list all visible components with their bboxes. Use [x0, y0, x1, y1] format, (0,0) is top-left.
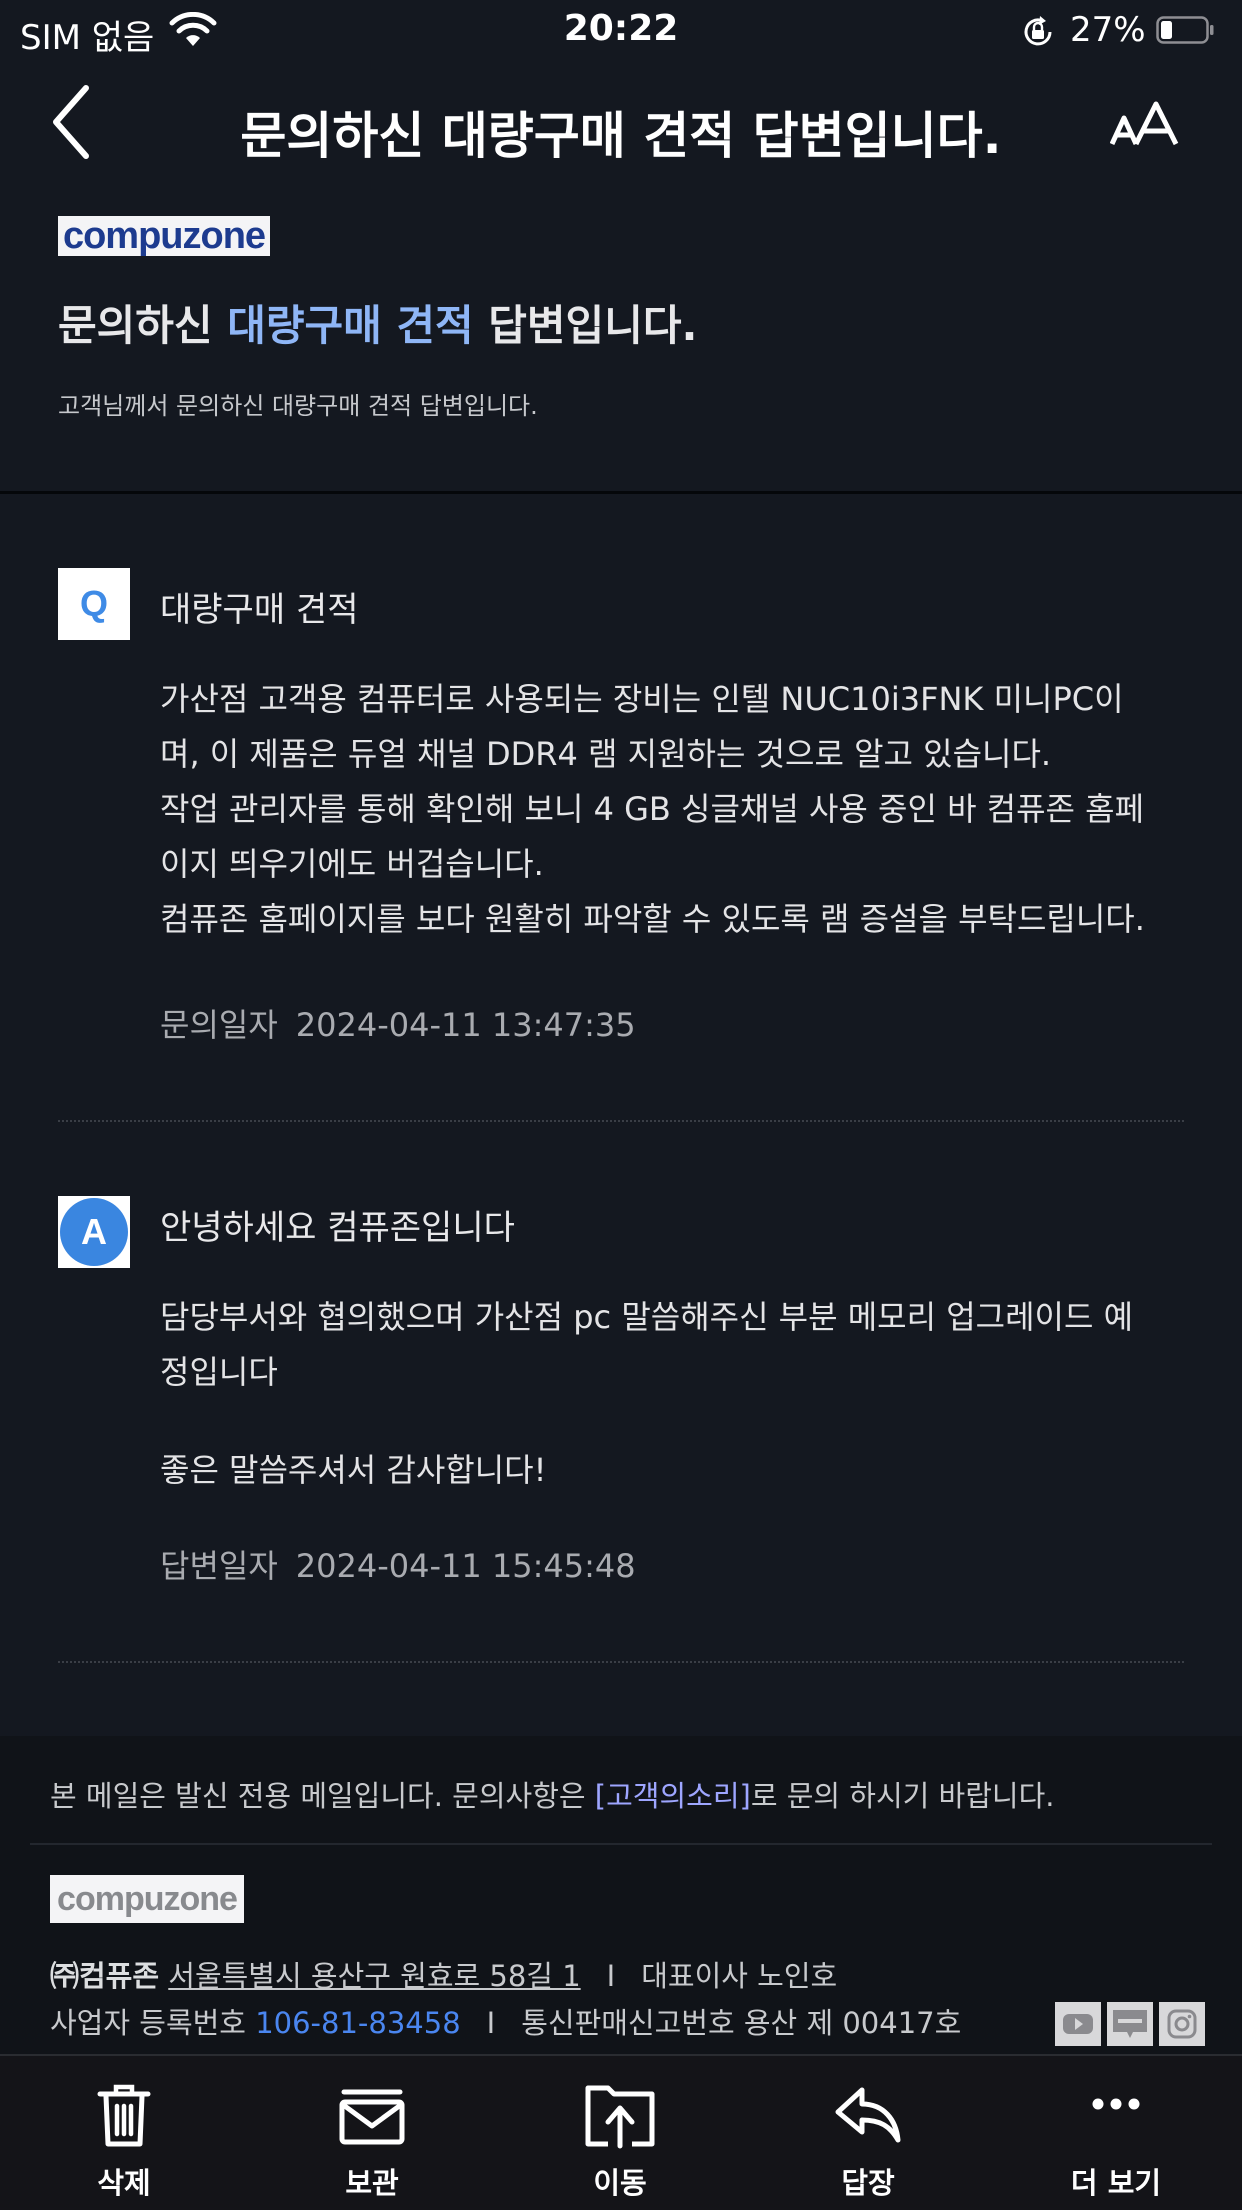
- answer-title: 안녕하세요 컴퓨존입니다: [160, 1208, 515, 1248]
- reply-button[interactable]: 답장: [744, 2056, 992, 2210]
- question-title: 대량구매 견적: [160, 590, 359, 630]
- youtube-icon[interactable]: [1055, 2002, 1101, 2046]
- company-address[interactable]: 서울특별시 용산구 원효로 58길 1: [168, 1959, 580, 1993]
- question-line: 며, 이 제품은 듀얼 채널 DDR4 램 지원하는 것으로 알고 있습니다.: [160, 735, 1052, 773]
- header-divider: [0, 491, 1242, 494]
- reply-icon: [835, 2087, 901, 2143]
- question-line: 이지 띄우기에도 버겁습니다.: [160, 845, 544, 883]
- sub-description: 고객님께서 문의하신 대량구매 견적 답변입니다.: [58, 392, 538, 420]
- delete-button[interactable]: 삭제: [0, 2056, 248, 2210]
- question-badge-letter: Q: [79, 583, 108, 624]
- answer-date-row: 답변일자 2024-04-11 15:45:48: [160, 1541, 636, 1587]
- question-date-value: 2024-04-11 13:47:35: [295, 1006, 636, 1044]
- bottom-toolbar: 삭제 보관 이동 답장 더 보기: [0, 2054, 1242, 2210]
- blog-icon[interactable]: [1107, 2002, 1153, 2046]
- question-line: 작업 관리자를 통해 확인해 보니 4 GB 싱글채널 사용 중인 바 컴퓨존 …: [160, 790, 1145, 828]
- question-date-row: 문의일자 2024-04-11 13:47:35: [160, 1000, 636, 1046]
- instagram-icon[interactable]: [1159, 2002, 1205, 2046]
- answer-divider: [58, 1661, 1184, 1663]
- headline-suffix: 답변입니다.: [488, 301, 698, 350]
- more-button[interactable]: 더 보기: [992, 2056, 1240, 2210]
- orientation-lock-icon: [1024, 16, 1052, 46]
- battery-percent: 27%: [1070, 10, 1146, 50]
- footer-divider: [30, 1843, 1212, 1845]
- answer-line: 정입니다: [160, 1353, 278, 1391]
- reg-label: 사업자 등록번호: [50, 2006, 246, 2040]
- notice-suffix: 로 문의 하시기 바랍니다.: [750, 1779, 1055, 1813]
- compuzone-logo: compuzone: [58, 216, 270, 256]
- answer-badge: A: [58, 1196, 130, 1268]
- company-name: ㈜컴퓨존: [50, 1959, 160, 1993]
- more-icon: [1092, 2098, 1140, 2110]
- footer-address-row: ㈜컴퓨존 서울특별시 용산구 원효로 58길 1 I 대표이사 노인호: [50, 1953, 837, 1995]
- answer-body: 담당부서와 협의했으며 가산점 pc 말씀해주신 부분 메모리 업그레이드 예 …: [160, 1290, 1190, 1498]
- more-label: 더 보기: [1070, 2166, 1162, 2200]
- email-headline: 문의하신 대량구매 견적 답변입니다.: [58, 292, 697, 353]
- archive-button[interactable]: 보관: [248, 2056, 496, 2210]
- footer-notice: 본 메일은 발신 전용 메일입니다. 문의사항은 [고객의소리]로 문의 하시기…: [50, 1773, 1055, 1815]
- battery-icon: [1156, 16, 1214, 44]
- ceo-name: 대표이사 노인호: [641, 1959, 838, 1993]
- headline-highlight: 대량구매 견적: [227, 301, 474, 350]
- move-button[interactable]: 이동: [496, 2056, 744, 2210]
- footer-registration-row: 사업자 등록번호 106-81-83458 I 통신판매신고번호 용산 제 0041…: [50, 2000, 961, 2042]
- footer-logo: compuzone: [50, 1875, 244, 1923]
- separator: I: [486, 2006, 496, 2040]
- question-date-label: 문의일자: [160, 1006, 278, 1044]
- question-divider: [58, 1120, 1184, 1122]
- answer-date-value: 2024-04-11 15:45:48: [295, 1547, 636, 1585]
- answer-date-label: 답변일자: [160, 1547, 278, 1585]
- question-body: 가산점 고객용 컴퓨터로 사용되는 장비는 인텔 NUC10i3FNK 미니PC…: [160, 672, 1190, 947]
- move-folder-icon: [585, 2085, 655, 2149]
- answer-line: 좋은 말씀주셔서 감사합니다!: [160, 1451, 547, 1489]
- nav-title: 문의하신 대량구매 견적 답변입니다.: [240, 107, 1002, 165]
- question-line: 가산점 고객용 컴퓨터로 사용되는 장비는 인텔 NUC10i3FNK 미니PC…: [160, 680, 1124, 718]
- notice-prefix: 본 메일은 발신 전용 메일입니다. 문의사항은: [50, 1779, 586, 1813]
- delete-label: 삭제: [97, 2166, 151, 2200]
- move-label: 이동: [593, 2166, 647, 2200]
- trash-icon: [97, 2084, 151, 2147]
- reply-label: 답장: [841, 2166, 895, 2200]
- mail-order-number: 통신판매신고번호 용산 제 00417호: [521, 2006, 962, 2040]
- answer-line: 담당부서와 협의했으며 가산점 pc 말씀해주신 부분 메모리 업그레이드 예: [160, 1298, 1134, 1336]
- answer-blank-line: [160, 1400, 1190, 1443]
- question-line: 컴퓨존 홈페이지를 보다 원활히 파악할 수 있도록 램 증설을 부탁드립니다.: [160, 900, 1145, 938]
- reg-number-link[interactable]: 106-81-83458: [255, 2006, 460, 2040]
- archive-icon: [339, 2089, 405, 2145]
- separator: I: [606, 1959, 616, 1993]
- archive-label: 보관: [345, 2166, 399, 2200]
- headline-prefix: 문의하신: [58, 301, 213, 350]
- question-badge: Q: [58, 568, 130, 640]
- text-size-icon[interactable]: [1110, 100, 1182, 150]
- answer-badge-letter: A: [81, 1211, 107, 1252]
- customer-voice-link[interactable]: [고객의소리]: [595, 1779, 751, 1813]
- status-bar: SIM 없음 20:22 27%: [0, 0, 1242, 62]
